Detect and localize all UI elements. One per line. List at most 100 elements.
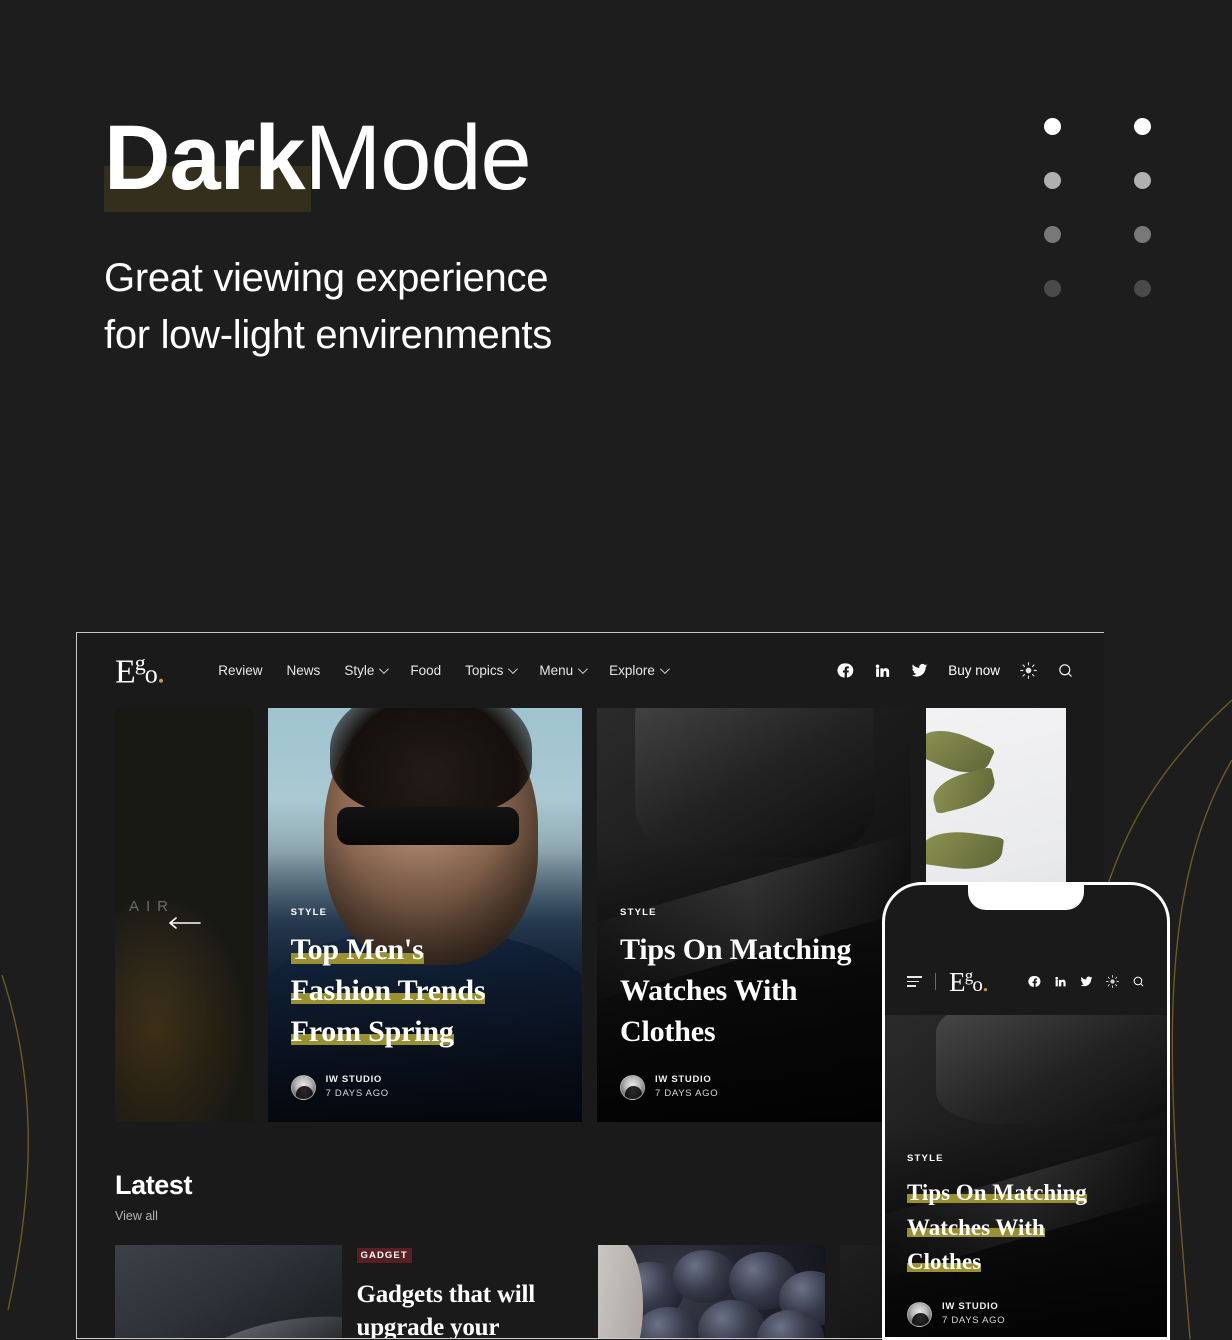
dot-indicator <box>1044 118 1061 135</box>
dot-indicator <box>1044 226 1061 243</box>
publish-time: 7 DAYS AGO <box>942 1315 1006 1327</box>
search-icon[interactable] <box>1057 662 1074 679</box>
hero-section: DarkMode Great viewing experience for lo… <box>104 112 804 364</box>
carousel-prev-arrow-icon[interactable] <box>167 913 201 933</box>
page-title-second-word: Mode <box>304 107 532 209</box>
nav-label: Topics <box>465 663 504 678</box>
mobile-site-logo[interactable]: Ego. <box>949 967 989 997</box>
headline-line: Clothes <box>620 1014 716 1048</box>
nav-label: Style <box>344 663 375 678</box>
card-byline: IW STUDIO 7 DAYS AGO <box>620 1073 895 1102</box>
avatar <box>620 1074 646 1100</box>
chevron-down-icon <box>659 664 670 675</box>
headline-line: Tips On Matching <box>907 1180 1087 1206</box>
navbar-utilities: Buy now <box>837 662 1074 679</box>
category-badge[interactable]: GADGET <box>356 1248 412 1263</box>
nav-label: Food <box>410 663 442 678</box>
hero-subtitle: Great viewing experience for low-light e… <box>104 250 804 364</box>
headline-line: Watches With <box>620 973 798 1007</box>
dot-indicator <box>1134 226 1151 243</box>
phone-notch <box>968 885 1084 910</box>
card-headline: Tips On Matching Watches With Clothes <box>907 1176 1151 1280</box>
thumbnail-image <box>115 1245 342 1338</box>
headline-line: From Spring <box>290 1014 454 1048</box>
nav-item-explore[interactable]: Explore <box>609 663 670 678</box>
chevron-down-icon <box>508 664 519 675</box>
nav-item-review[interactable]: Review <box>218 663 262 678</box>
page-title: DarkMode <box>104 107 804 212</box>
publish-time: 7 DAYS AGO <box>325 1088 389 1100</box>
latest-item-article[interactable]: GADGET Gadgets that will upgrade your <box>356 1245 584 1338</box>
linkedin-icon[interactable] <box>1054 975 1067 988</box>
sun-icon[interactable] <box>1020 662 1037 679</box>
logo-letter-o: o <box>972 972 983 996</box>
hamburger-icon[interactable] <box>907 976 922 987</box>
nav-item-menu[interactable]: Menu <box>539 663 589 678</box>
headline-line: Fashion Trends <box>290 973 486 1007</box>
featured-card-watches[interactable]: STYLE Tips On Matching Watches With Clot… <box>597 708 912 1122</box>
search-icon[interactable] <box>1132 975 1145 988</box>
card-headline: Top Men's Fashion Trends From Spring <box>290 930 566 1052</box>
avatar <box>290 1074 316 1100</box>
latest-item-thumbnail[interactable] <box>115 1245 342 1338</box>
primary-nav: Review News Style Food Topics Menu Explo… <box>218 663 670 678</box>
chevron-down-icon <box>578 664 589 675</box>
dot-indicator <box>1134 172 1151 189</box>
headline-line: Top Men's <box>290 933 424 967</box>
latest-headline: Gadgets that will upgrade your <box>357 1278 584 1338</box>
logo-dot: . <box>982 967 989 997</box>
dot-indicator <box>1044 280 1061 297</box>
author-name: IW STUDIO <box>325 1073 383 1085</box>
buy-now-button[interactable]: Buy now <box>948 663 1000 678</box>
brightness-dot-grid <box>1044 118 1179 297</box>
card-category-label: STYLE <box>290 907 328 919</box>
card-category-label: STYLE <box>620 907 657 919</box>
linkedin-icon[interactable] <box>874 662 891 679</box>
hero-subtitle-line-1: Great viewing experience <box>104 256 549 300</box>
publish-time: 7 DAYS AGO <box>655 1088 719 1100</box>
page-title-highlighted-word: Dark <box>104 107 311 212</box>
mobile-phone-mockup: Ego. STYLE Tips On Matching Watches With… <box>882 882 1170 1340</box>
author-name: IW STUDIO <box>655 1073 712 1085</box>
dot-indicator <box>1044 172 1061 189</box>
thumbnail-image-blueberries <box>598 1245 825 1338</box>
sun-icon[interactable] <box>1106 975 1119 988</box>
carousel-teaser-prev[interactable]: AIR <box>115 708 253 1122</box>
nav-divider <box>935 973 936 990</box>
card-byline: IW STUDIO 7 DAYS AGO <box>290 1073 566 1102</box>
latest-item-thumbnail[interactable] <box>598 1245 825 1338</box>
card-headline: Tips On Matching Watches With Clothes <box>620 930 895 1052</box>
author-name: IW STUDIO <box>942 1300 999 1312</box>
hero-subtitle-line-2: for low-light envirenments <box>104 312 552 357</box>
dot-indicator <box>1134 280 1151 297</box>
card-byline: IW STUDIO 7 DAYS AGO <box>907 1300 1151 1329</box>
headline-line: Watches With <box>907 1214 1045 1240</box>
nav-item-food[interactable]: Food <box>410 663 441 678</box>
twitter-icon[interactable] <box>1080 975 1093 988</box>
headline-line: Tips On Matching <box>620 933 852 967</box>
twitter-icon[interactable] <box>911 662 928 679</box>
headline-line: upgrade your <box>356 1314 500 1338</box>
nav-item-news[interactable]: News <box>287 663 321 678</box>
nav-label: Review <box>218 663 263 678</box>
nav-label: Menu <box>539 663 574 678</box>
site-logo[interactable]: Ego. <box>115 649 170 691</box>
facebook-icon[interactable] <box>1028 975 1041 988</box>
mobile-nav-utilities <box>1028 975 1145 988</box>
logo-dot: . <box>156 653 165 691</box>
avatar <box>907 1301 932 1327</box>
logo-letter-e: E <box>949 967 965 997</box>
facebook-icon[interactable] <box>837 662 854 679</box>
headline-line: Gadgets that will <box>356 1281 536 1308</box>
card-category-label: STYLE <box>907 1153 944 1165</box>
mobile-featured-card[interactable]: STYLE Tips On Matching Watches With Clot… <box>885 1015 1167 1337</box>
featured-card-fashion[interactable]: STYLE Top Men's Fashion Trends From Spri… <box>267 708 583 1122</box>
chevron-down-icon <box>379 664 390 675</box>
nav-item-style[interactable]: Style <box>344 663 390 678</box>
nav-item-topics[interactable]: Topics <box>465 663 519 678</box>
site-navbar: Ego. Review News Style Food Topics Menu … <box>77 633 1104 708</box>
nav-label: Explore <box>609 663 655 678</box>
logo-letter-g: g <box>134 649 146 675</box>
nav-label: News <box>286 663 321 678</box>
logo-letter-o: o <box>144 659 158 689</box>
